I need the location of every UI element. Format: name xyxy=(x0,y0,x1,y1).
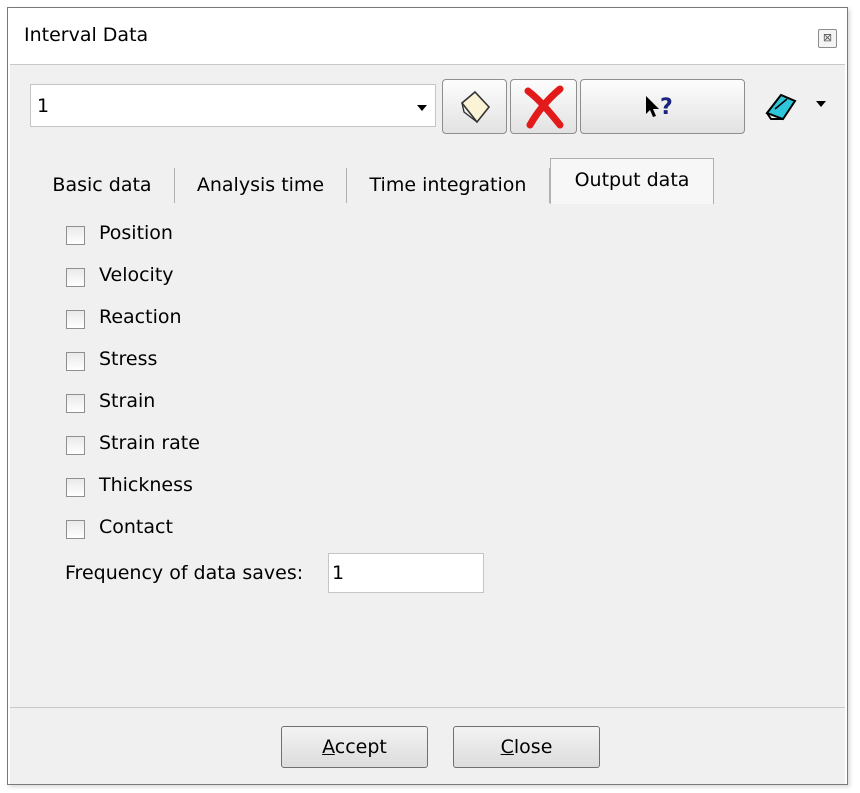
frequency-input[interactable]: 1 xyxy=(328,553,484,593)
tab-analysis-time[interactable]: Analysis time xyxy=(175,168,347,203)
checkbox[interactable] xyxy=(66,352,85,371)
checkbox-label: Contact xyxy=(99,516,173,538)
checkbox[interactable] xyxy=(66,226,85,245)
dialog-footer: Accept Close xyxy=(10,707,845,784)
interval-select-value: 1 xyxy=(37,95,50,117)
svg-text:?: ? xyxy=(660,95,673,120)
new-sheet-icon xyxy=(460,90,490,123)
accept-button[interactable]: Accept xyxy=(281,726,428,768)
close-window-icon[interactable]: ⊠ xyxy=(818,29,837,48)
close-label-rest: lose xyxy=(513,736,553,758)
checkbox[interactable] xyxy=(66,436,85,455)
toolbar-menu-chevron-icon[interactable] xyxy=(816,101,826,107)
interval-data-window: Interval Data ⊠ 1 ? Basic data Analysis … xyxy=(7,7,848,785)
tab-strip: Basic data Analysis time Time integratio… xyxy=(30,158,830,204)
frequency-label: Frequency of data saves: xyxy=(65,562,304,584)
close-mnemonic: C xyxy=(500,736,514,758)
checkbox-label: Thickness xyxy=(99,474,193,496)
checkbox-label: Velocity xyxy=(99,264,174,286)
whats-this-help-button[interactable]: ? xyxy=(580,79,745,134)
delete-interval-button[interactable] xyxy=(510,79,577,134)
checkbox-label: Position xyxy=(99,222,173,244)
checkbox[interactable] xyxy=(66,310,85,329)
dialog-content: 1 ? Basic data Analysis time Time integr… xyxy=(10,64,845,707)
checkbox-label: Strain xyxy=(99,390,156,412)
checkbox[interactable] xyxy=(66,478,85,497)
close-button[interactable]: Close xyxy=(453,726,600,768)
window-title: Interval Data xyxy=(24,24,149,46)
new-interval-button[interactable] xyxy=(442,79,507,134)
checkbox[interactable] xyxy=(66,394,85,413)
checkbox-label: Reaction xyxy=(99,306,182,328)
red-x-icon xyxy=(524,85,563,128)
checkbox-label: Strain rate xyxy=(99,432,200,454)
eraser-icon[interactable] xyxy=(761,87,801,127)
checkbox[interactable] xyxy=(66,268,85,287)
interval-select[interactable]: 1 xyxy=(30,84,436,127)
whats-this-help-icon: ? xyxy=(645,95,673,120)
chevron-down-icon[interactable] xyxy=(417,105,427,111)
checkbox-label: Stress xyxy=(99,348,158,370)
tab-output-data[interactable]: Output data xyxy=(550,158,714,204)
checkbox[interactable] xyxy=(66,520,85,539)
title-bar: Interval Data ⊠ xyxy=(8,8,847,64)
accept-label-rest: ccept xyxy=(334,736,387,758)
tab-basic-data[interactable]: Basic data xyxy=(30,168,175,203)
accept-mnemonic: A xyxy=(322,736,335,758)
tab-time-integration[interactable]: Time integration xyxy=(347,168,550,203)
